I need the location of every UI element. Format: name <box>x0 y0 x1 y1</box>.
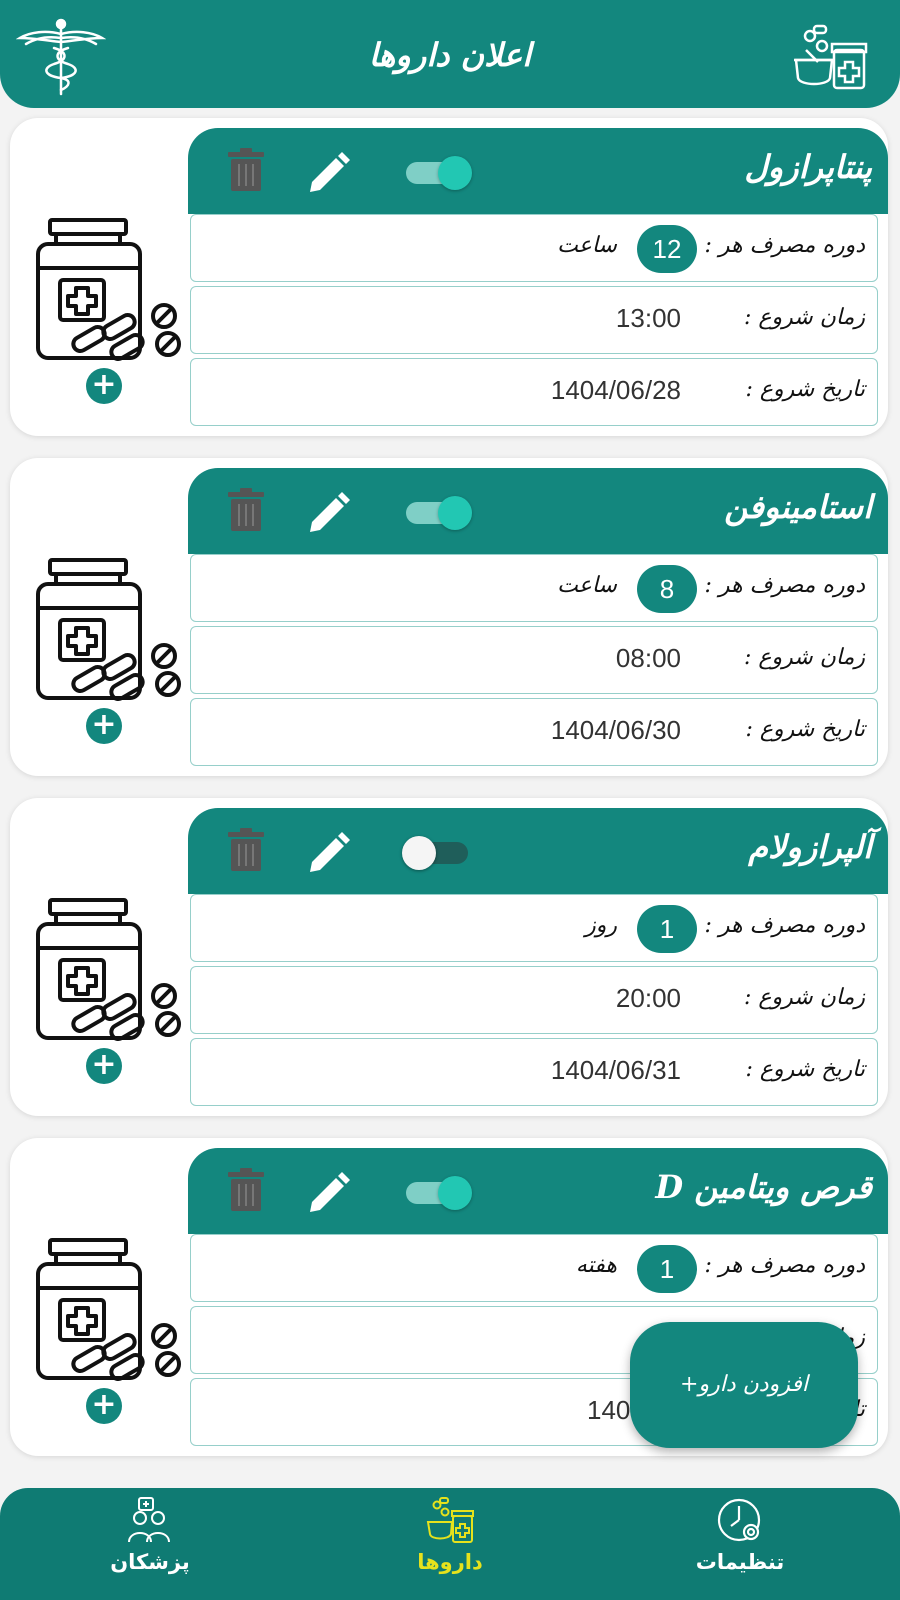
trash-icon[interactable] <box>226 1168 266 1212</box>
period-value: 8 <box>637 565 697 613</box>
notification-toggle[interactable] <box>402 156 472 190</box>
start-date-value: 1404/06/28 <box>550 375 681 405</box>
add-dose-button[interactable]: + <box>86 1388 122 1424</box>
start-date-row: تاریخ شروع : 1404/06/28 <box>190 358 878 426</box>
medication-name: آلپرازولام <box>748 828 872 866</box>
start-date-label: تاریخ شروع : <box>745 717 866 742</box>
period-label: دوره مصرف هر : <box>704 1253 865 1278</box>
edit-icon[interactable] <box>306 490 352 532</box>
medication-header: استامینوفن <box>188 468 888 554</box>
medication-name: استامینوفن <box>724 488 872 526</box>
period-row: دوره مصرف هر : 1 هفته <box>190 1234 878 1302</box>
period-value: 12 <box>637 225 697 273</box>
toggle-knob <box>438 156 472 190</box>
start-time-row: زمان شروع : 20:00 <box>190 966 878 1034</box>
medication-name: قرص ویتامین D <box>655 1168 872 1206</box>
nav-drugs-label: داروها <box>417 1550 483 1574</box>
nav-doctors-label: پزشکان <box>110 1550 190 1574</box>
start-date-label: تاریخ شروع : <box>745 1057 866 1082</box>
pharmacy-icon <box>794 24 868 90</box>
period-label: دوره مصرف هر : <box>704 233 865 258</box>
medication-header: پنتاپرازول <box>188 128 888 214</box>
period-label: دوره مصرف هر : <box>704 573 865 598</box>
pill-bottle-icon <box>36 898 181 1041</box>
notification-toggle[interactable] <box>402 496 472 530</box>
add-dose-button[interactable]: + <box>86 368 122 404</box>
trash-icon[interactable] <box>226 828 266 872</box>
start-date-value: 1404/06/31 <box>550 1055 681 1085</box>
doctors-icon <box>128 1497 170 1543</box>
period-unit: روز <box>585 913 617 938</box>
pill-bottle-icon <box>36 558 181 701</box>
start-time-label: زمان شروع : <box>744 645 865 670</box>
edit-icon[interactable] <box>306 830 352 872</box>
start-date-row: تاریخ شروع : 1404/06/31 <box>190 1038 878 1106</box>
toggle-knob <box>402 836 436 870</box>
pill-bottle-icon <box>36 1238 181 1381</box>
clock-settings-icon <box>717 1498 761 1542</box>
start-time-label: زمان شروع : <box>744 985 865 1010</box>
start-date-label: تاریخ شروع : <box>745 377 866 402</box>
period-unit: هفته <box>575 1253 617 1278</box>
medication-header: قرص ویتامین D <box>188 1148 888 1234</box>
pharmacy-icon <box>426 1497 474 1543</box>
period-unit: ساعت <box>557 233 617 258</box>
medication-header: آلپرازولام <box>188 808 888 894</box>
nav-settings-label: تنظیمات <box>695 1550 785 1574</box>
start-date-value: 1404/06/30 <box>550 715 681 745</box>
start-time-value: 08:00 <box>615 643 681 673</box>
nav-settings[interactable]: تنظیمات <box>660 1496 820 1596</box>
start-time-label: زمان شروع : <box>744 305 865 330</box>
start-time-value: 20:00 <box>615 983 681 1013</box>
start-time-value: 13:00 <box>615 303 681 333</box>
page-title: اعلان داروها <box>368 36 532 74</box>
nav-drugs[interactable]: داروها <box>370 1496 530 1596</box>
add-dose-button[interactable]: + <box>86 708 122 744</box>
start-time-row: زمان شروع : 13:00 <box>190 286 878 354</box>
period-label: دوره مصرف هر : <box>704 913 865 938</box>
medication-card[interactable]: + آلپرازولام دوره مصرف هر : 1 روز زمان ش… <box>10 798 888 1116</box>
period-row: دوره مصرف هر : 12 ساعت <box>190 214 878 282</box>
bottom-navigation: تنظیمات داروها پزشکان <box>0 1488 900 1600</box>
app-header: اعلان داروها <box>0 0 900 108</box>
nav-doctors[interactable]: پزشکان <box>70 1496 230 1596</box>
pill-bottle-icon <box>36 218 181 361</box>
trash-icon[interactable] <box>226 488 266 532</box>
add-dose-button[interactable]: + <box>86 1048 122 1084</box>
edit-icon[interactable] <box>306 150 352 192</box>
notification-toggle[interactable] <box>402 836 472 870</box>
trash-icon[interactable] <box>226 148 266 192</box>
period-row: دوره مصرف هر : 8 ساعت <box>190 554 878 622</box>
medication-card[interactable]: + پنتاپرازول دوره مصرف هر : 12 ساعت زمان… <box>10 118 888 436</box>
edit-icon[interactable] <box>306 1170 352 1212</box>
toggle-knob <box>438 1176 472 1210</box>
add-drug-button[interactable]: افزودن دارو+ <box>630 1322 858 1448</box>
period-value: 1 <box>637 1245 697 1293</box>
period-value: 1 <box>637 905 697 953</box>
medication-name: پنتاپرازول <box>744 148 872 186</box>
period-row: دوره مصرف هر : 1 روز <box>190 894 878 962</box>
notification-toggle[interactable] <box>402 1176 472 1210</box>
start-time-row: زمان شروع : 08:00 <box>190 626 878 694</box>
medication-card[interactable]: + استامینوفن دوره مصرف هر : 8 ساعت زمان … <box>10 458 888 776</box>
toggle-knob <box>438 496 472 530</box>
period-unit: ساعت <box>557 573 617 598</box>
start-date-row: تاریخ شروع : 1404/06/30 <box>190 698 878 766</box>
